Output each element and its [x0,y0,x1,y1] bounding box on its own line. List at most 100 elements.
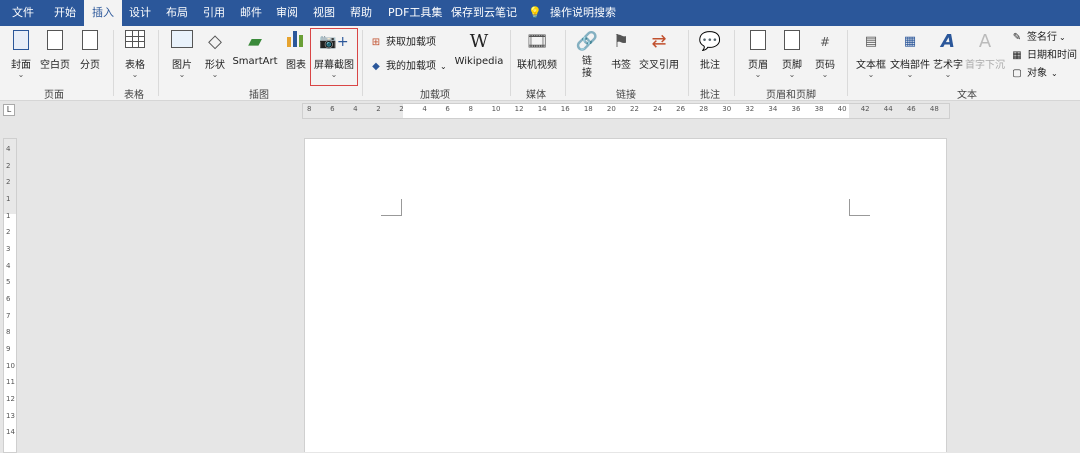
link-button[interactable]: 🔗 链接 [574,30,600,80]
ruler-tick: 1 [6,211,11,220]
wordart-button[interactable]: A 艺术字 ⌄ [932,30,964,79]
signature-line-button[interactable]: ✎ 签名行 ⌄ [1010,29,1066,47]
pictures-button[interactable]: 图片 ⌄ [167,30,197,79]
ruler-row: L 8 6 4 2 2 4 6 8 10 12 14 16 18 20 22 24 26 28 30 32 34 36 38… [0,101,1080,119]
screenshot-button[interactable]: 📷+ 屏幕截图 ⌄ [310,28,358,86]
tab-selector-icon[interactable]: L [3,104,15,116]
ruler-tick: 14 [6,428,15,437]
chart-button[interactable]: 图表 [282,30,310,71]
my-addins-button[interactable]: ◆ 我的加载项 ⌄ [369,58,447,76]
bookmark-button[interactable]: ⚑ 书签 [608,30,634,71]
tab-review[interactable]: 审阅 [276,0,298,26]
blank-page-icon [47,30,63,50]
ruler-tick: 22 [630,105,639,113]
horizontal-ruler[interactable]: 8 6 4 2 2 4 6 8 10 12 14 16 18 20 22 24 26 28 30 32 34 36 38 40… [302,103,950,119]
chevron-down-icon: ⌄ [821,70,829,79]
group-label-links: 链接 [616,90,636,101]
ruler-tick: 12 [6,395,15,403]
ruler-tick: 14 [537,105,547,113]
group-divider [565,30,566,96]
wikipedia-button[interactable]: W Wikipedia [454,30,504,67]
footer-icon [784,30,800,50]
cross-reference-button[interactable]: ⇄ 交叉引用 [638,30,680,71]
page-break-icon [82,30,98,50]
group-label-tables: 表格 [124,90,144,101]
table-icon [125,30,145,48]
textbox-icon: ▤ [864,34,878,49]
object-icon: ▢ [1012,68,1022,79]
shapes-button[interactable]: ◇ 形状 ⌄ [200,30,230,79]
ruler-tick: 1 [6,195,11,203]
quick-parts-icon: ▦ [903,34,917,49]
crop-mark-top-left [381,199,402,216]
ruler-tick: 7 [6,311,11,320]
comment-button[interactable]: 💬 批注 [696,30,724,71]
ruler-tick: 40 [837,105,847,113]
ruler-tick: 26 [676,105,686,113]
search-label: 操作说明搜索 [550,6,616,19]
chevron-down-icon: ⌄ [944,70,952,79]
menu-bar: 文件 开始 插入 设计 布局 引用 邮件 审阅 视图 帮助 PDF工具集 保存到… [0,0,1080,26]
textbox-button[interactable]: ▤ 文本框 ⌄ [854,30,888,79]
cover-page-button[interactable]: 封面 ⌄ [6,30,36,79]
ruler-tick: 34 [768,105,778,113]
online-video-button[interactable]: 🎞 联机视频 [516,30,558,71]
tab-mailings[interactable]: 邮件 [240,0,262,26]
get-addins-button[interactable]: ⊞ 获取加载项 [369,34,436,52]
chevron-down-icon: ⌄ [440,62,447,71]
tab-layout[interactable]: 布局 [166,0,188,26]
ruler-tick: 30 [722,105,732,113]
ribbon: 封面 ⌄ 空白页 分页 页面 表格 ⌄ 表格 图片 ⌄ ◇ 形状 ⌄ ▰ Sma… [0,26,1080,101]
ruler-tick: 11 [6,378,15,387]
page-number-button[interactable]: # 页码 ⌄ [811,30,839,79]
tab-home[interactable]: 开始 [54,0,76,26]
chevron-down-icon: ⌄ [211,70,219,79]
vertical-ruler[interactable]: 4 2 2 1 1 2 3 4 5 6 7 8 9 10 11 12 13 14 [3,138,17,453]
group-divider [113,30,114,96]
date-time-button[interactable]: ▦ 日期和时间 [1010,47,1077,65]
tab-insert[interactable]: 插入 [84,0,122,26]
header-button[interactable]: 页眉 ⌄ [744,30,772,79]
tab-save-cloud[interactable]: 保存到云笔记 [451,0,517,26]
object-button[interactable]: ▢ 对象 ⌄ [1010,65,1057,83]
ruler-tick: 2 [6,228,11,237]
comment-icon: 💬 [698,31,722,52]
chart-icon [287,31,305,47]
ruler-tick: 16 [560,105,570,113]
tab-view[interactable]: 视图 [313,0,335,26]
tab-pdf-tools[interactable]: PDF工具集 [388,0,442,26]
smartart-button[interactable]: ▰ SmartArt [232,30,278,67]
tab-design[interactable]: 设计 [129,0,151,26]
ruler-tick: 3 [6,245,11,253]
ruler-tick: 28 [699,105,709,113]
ruler-tick: 32 [745,105,755,113]
ruler-tick: 4 [6,261,11,270]
group-divider [158,30,159,96]
ruler-tick: 5 [6,278,11,287]
drop-cap-button[interactable]: A 首字下沉 [965,30,1005,71]
ruler-tick: 9 [6,345,11,353]
tab-file[interactable]: 文件 [12,0,34,26]
tell-me-search[interactable]: 💡 操作说明搜索 [528,0,616,26]
ruler-tick: 2 [6,161,11,170]
page-break-button[interactable]: 分页 [76,30,104,71]
table-button[interactable]: 表格 ⌄ [121,30,149,79]
footer-button[interactable]: 页脚 ⌄ [778,30,806,79]
picture-icon [171,30,193,48]
shapes-icon: ◇ [208,31,222,52]
tab-help[interactable]: 帮助 [350,0,372,26]
ruler-tick: 2 [6,178,11,187]
ruler-tick: 6 [445,105,450,113]
header-icon [750,30,766,50]
ruler-tick: 4 [353,105,358,113]
lightbulb-icon: 💡 [528,6,542,19]
tab-references[interactable]: 引用 [203,0,225,26]
blank-page-button[interactable]: 空白页 [38,30,72,71]
ruler-tick: 36 [791,105,801,113]
document-page[interactable] [304,138,947,452]
group-label-pages: 页面 [44,90,64,101]
ruler-tick: 6 [6,295,11,303]
ruler-tick: 46 [906,105,916,113]
quick-parts-button[interactable]: ▦ 文档部件 ⌄ [890,30,930,79]
group-label-header-footer: 页眉和页脚 [766,90,816,101]
